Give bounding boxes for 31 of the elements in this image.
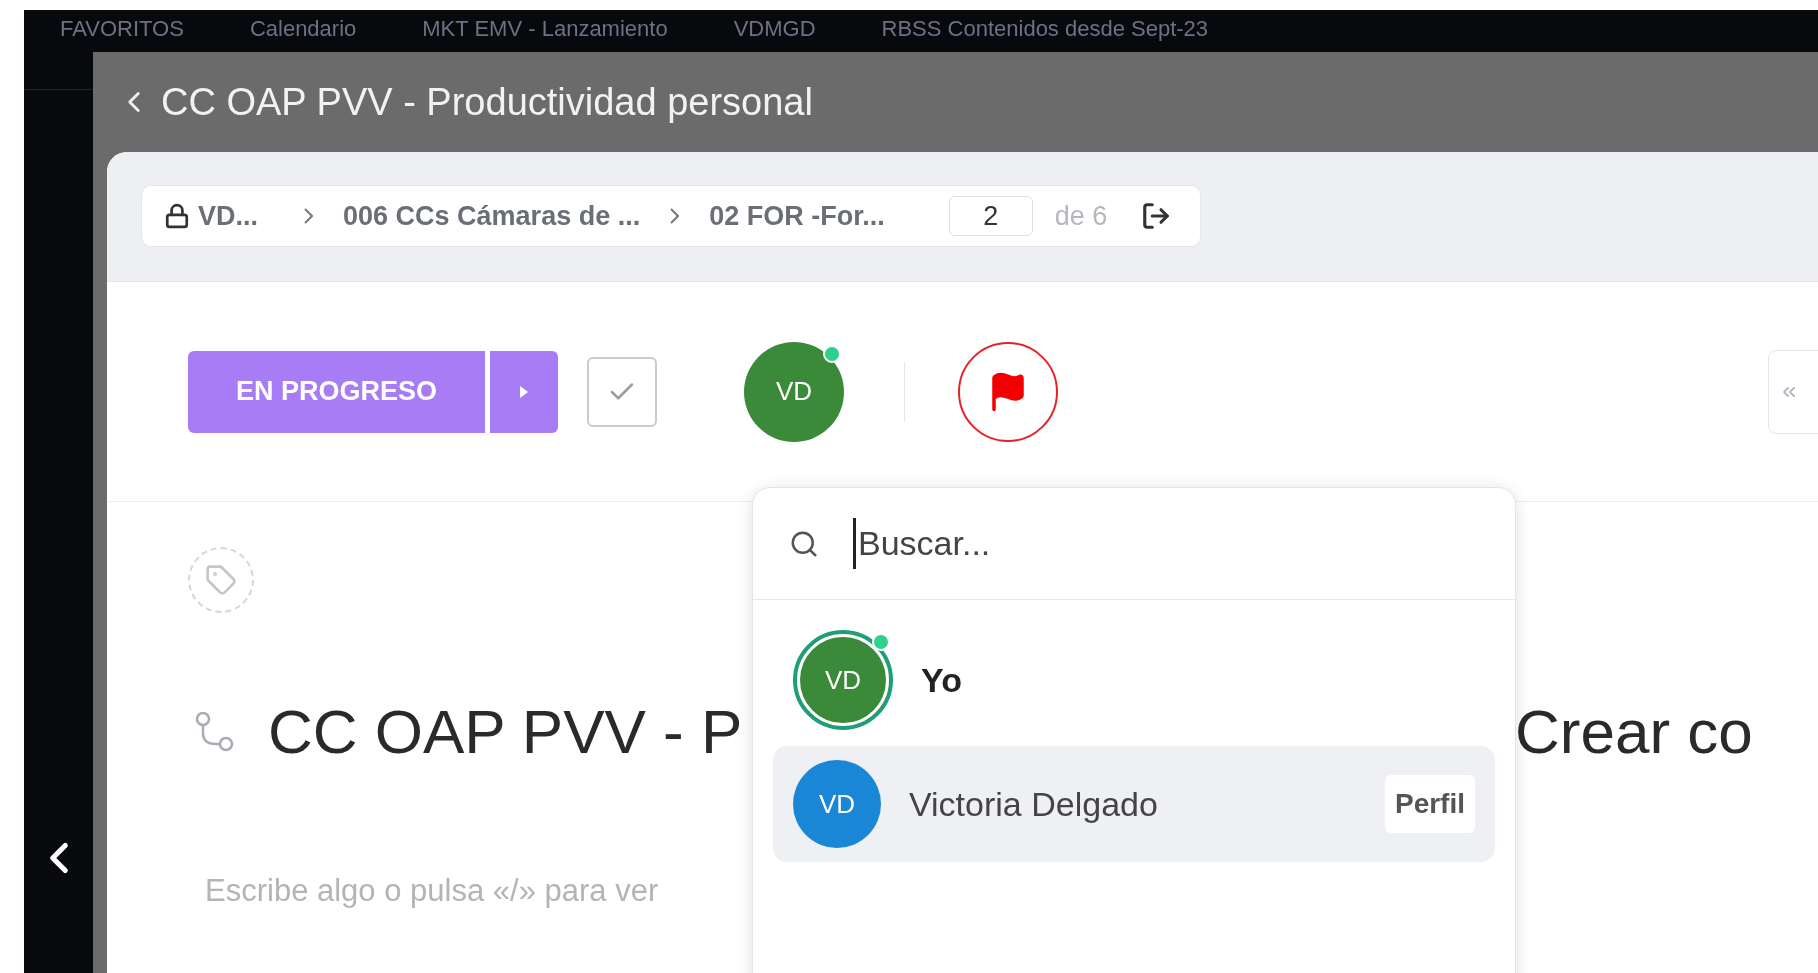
priority-button[interactable] bbox=[958, 341, 1058, 442]
breadcrumb-link[interactable]: 006 CCs Cámaras de ... bbox=[343, 195, 641, 237]
bookmark-link[interactable]: FAVORITOS bbox=[60, 16, 184, 42]
chevron-icon bbox=[670, 208, 680, 224]
lock-icon bbox=[164, 203, 190, 229]
breadcrumb-link[interactable]: VD... bbox=[198, 195, 258, 237]
profile-button[interactable]: Perfil bbox=[1384, 775, 1475, 833]
search-field[interactable]: Buscar... bbox=[853, 518, 1515, 569]
page-field[interactable]: 2 bbox=[948, 196, 1033, 236]
caret-icon bbox=[519, 384, 529, 399]
page-count: de 6 bbox=[1054, 199, 1108, 233]
modal-title: CC OAP PVV - Productividad personal bbox=[161, 79, 813, 125]
avatar-initials: VD bbox=[818, 787, 856, 821]
status-button[interactable]: EN PROGRESO bbox=[188, 350, 485, 433]
person-name: Yo bbox=[921, 659, 962, 701]
task-title: CC OAP PVV - P bbox=[268, 696, 743, 768]
create-link[interactable]: Crear co bbox=[1515, 685, 1753, 778]
exit-icon[interactable] bbox=[1141, 201, 1172, 231]
chevron-icon bbox=[304, 208, 313, 224]
person-name: Victoria Delgado bbox=[909, 783, 1158, 825]
person-option[interactable]: VD Victoria Delgado Perfil bbox=[773, 746, 1495, 862]
avatar-initials: VD bbox=[824, 663, 862, 697]
bookmark-link[interactable]: VDMGD bbox=[733, 16, 816, 42]
status-next-button[interactable] bbox=[490, 350, 558, 433]
bookmark-link[interactable]: RBSS Contenidos desde Sept-23 bbox=[881, 16, 1209, 42]
avatar-initials: VD bbox=[775, 375, 813, 408]
bookmark-link[interactable]: MKT EMV - Lanzamiento bbox=[422, 16, 668, 42]
tag-icon bbox=[205, 564, 237, 596]
breadcrumb-link[interactable]: 02 FOR -For... bbox=[709, 195, 885, 237]
bookmark-link[interactable]: Calendario bbox=[249, 16, 357, 42]
subtask-icon bbox=[194, 710, 234, 753]
